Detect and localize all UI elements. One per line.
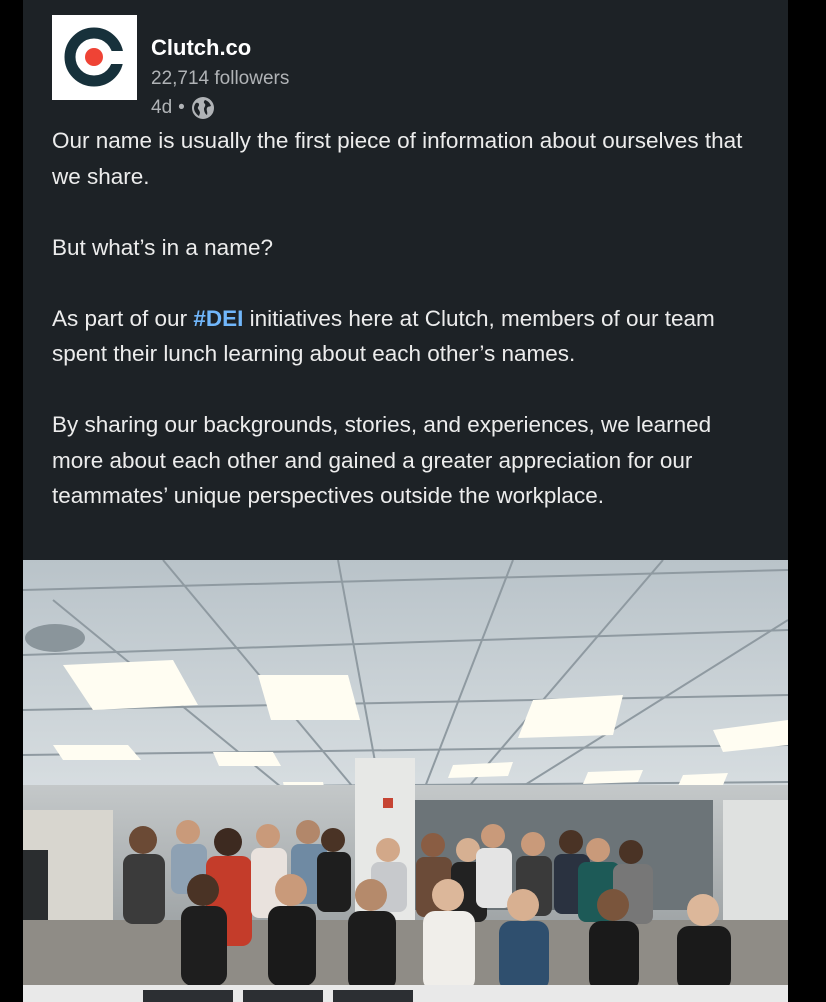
- author-name[interactable]: Clutch.co: [151, 35, 251, 61]
- globe-icon: [191, 97, 214, 119]
- post-time: 4d: [151, 97, 173, 118]
- post-paragraph: But what’s in a name?: [52, 234, 273, 260]
- team-photo-illustration: [23, 560, 788, 1002]
- post-body: Our name is usually the first piece of i…: [52, 123, 767, 514]
- post-meta: 4d •: [151, 96, 215, 120]
- clutch-logo-icon: [64, 27, 126, 87]
- hashtag-link[interactable]: #DEI: [193, 306, 243, 331]
- paragraph-text: As part of our: [52, 305, 194, 331]
- company-logo[interactable]: [52, 15, 137, 100]
- post-paragraph: By sharing our backgrounds, stories, and…: [52, 412, 712, 508]
- post-paragraph: As part of our #DEI initiatives here at …: [52, 301, 767, 372]
- post-paragraph: Our name is usually the first piece of i…: [52, 128, 743, 189]
- follower-count: 22,714 followers: [151, 68, 290, 89]
- meta-separator: •: [178, 97, 185, 118]
- post-card: Clutch.co 22,714 followers 4d • Our name…: [23, 0, 788, 1002]
- post-photo[interactable]: [23, 560, 788, 1002]
